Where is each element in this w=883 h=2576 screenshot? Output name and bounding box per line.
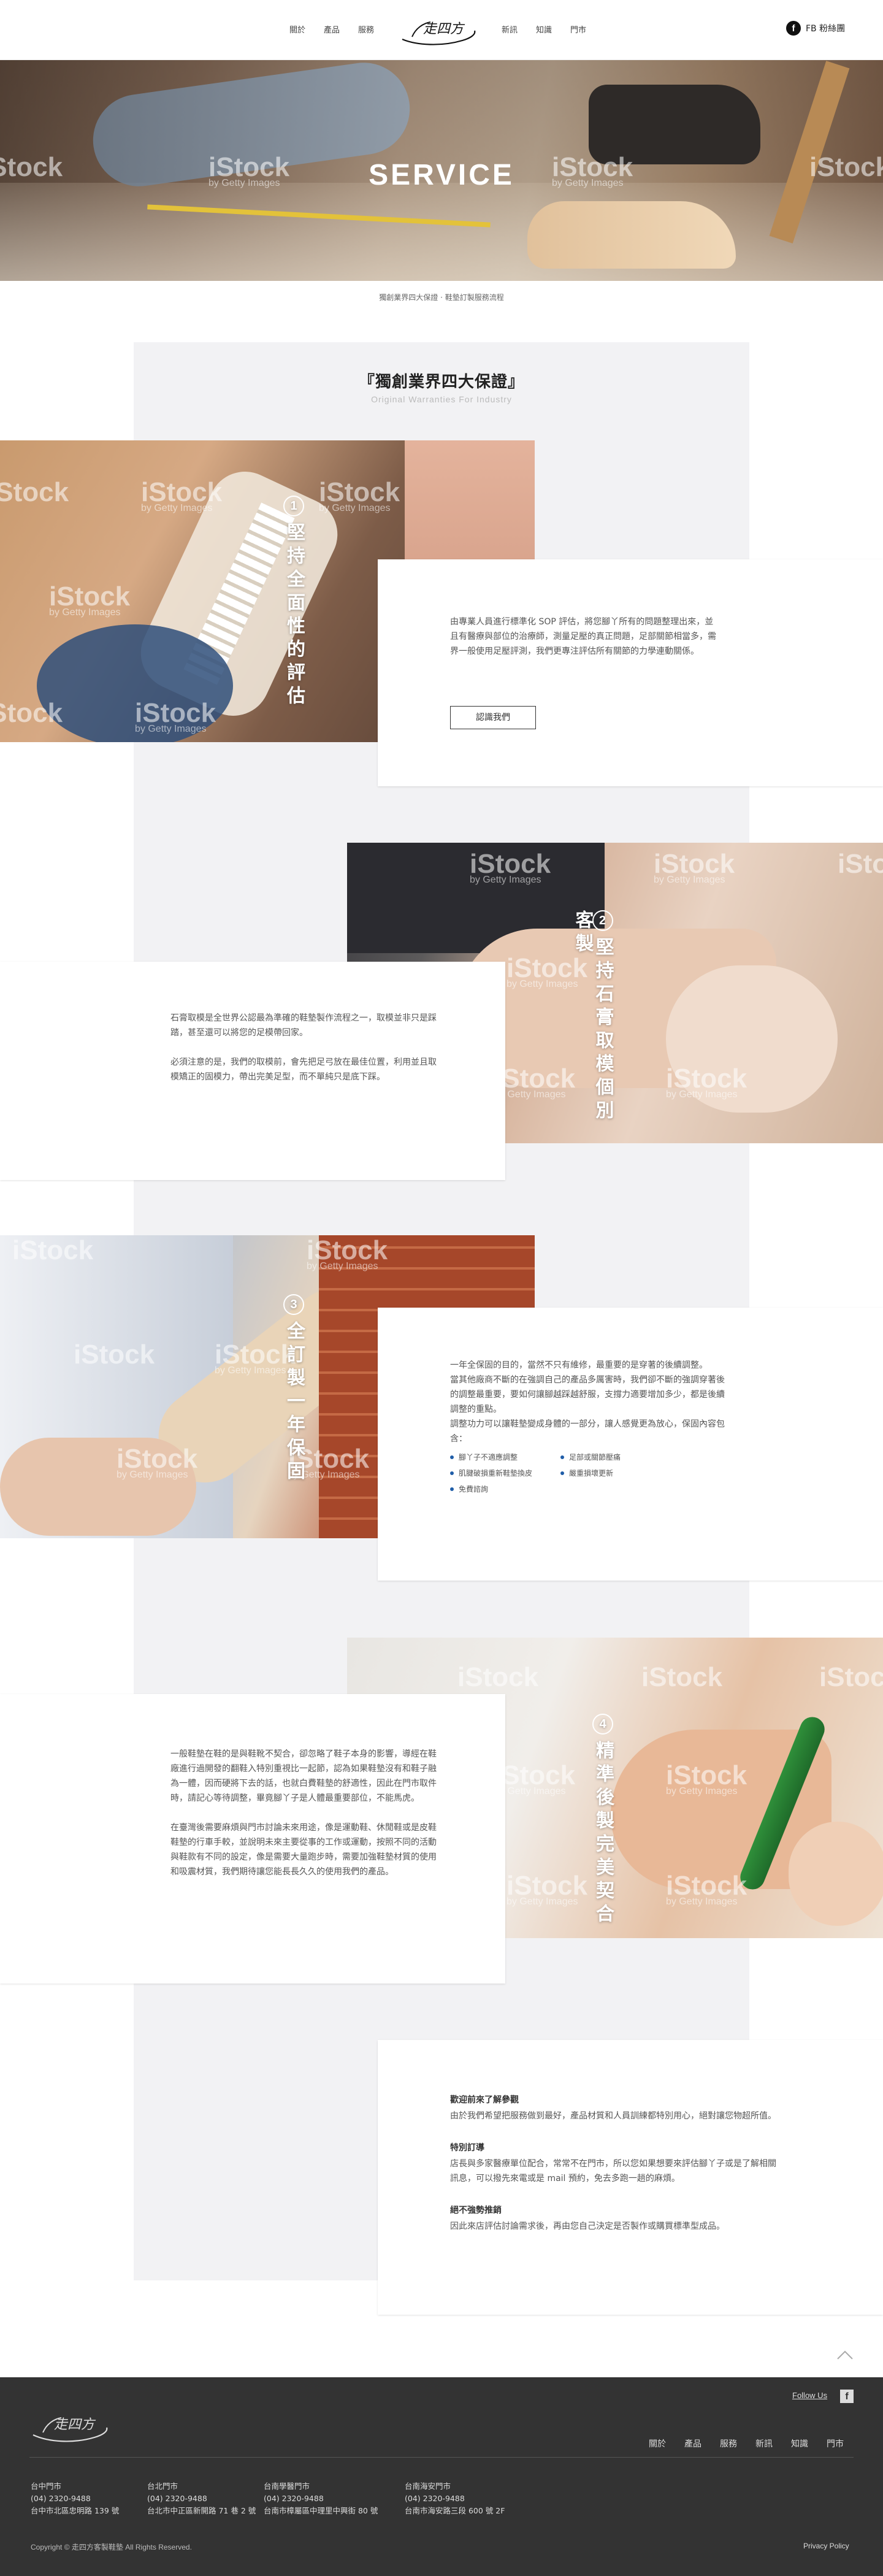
guarantee-4-card: 一般鞋墊在鞋的是與鞋靴不契合，卻忽略了鞋子本身的影響，導經在鞋廠進行過開發的翻鞋… xyxy=(0,1694,505,1984)
site-header: 關於 產品 服務 走四方 新訊 知識 門市 f FB 粉絲團 xyxy=(0,0,883,60)
about-us-button[interactable]: 認識我們 xyxy=(450,706,536,729)
list-item: 嚴重損壞更新 xyxy=(560,1466,671,1481)
footer-nav-about[interactable]: 關於 xyxy=(649,2437,666,2450)
store-tainan-2: 台南海安門市 (04) 2320-9488 台南市海安路三段 600 號 2F xyxy=(405,2482,505,2515)
guarantee-3-number: 3 xyxy=(283,1294,304,1315)
list-item: 足部或關節壓痛 xyxy=(560,1450,671,1465)
footer-nav-service[interactable]: 服務 xyxy=(720,2437,737,2450)
footer-divider xyxy=(29,2457,854,2458)
store-taichung: 台中門市 (04) 2320-9488 台中市北區忠明路 139 號 xyxy=(31,2482,120,2515)
guarantee-4-text-1: 一般鞋墊在鞋的是與鞋靴不契合，卻忽略了鞋子本身的影響，導經在鞋廠進行過開發的翻鞋… xyxy=(170,1749,437,1803)
hero-photo-shoe xyxy=(589,85,760,164)
main-nav-left: 關於 產品 服務 xyxy=(289,23,374,35)
guarantee-3-intro-3: 調整功力可以讓鞋墊變成身體的一部分，讓人感覺更為放心，保固內容包含： xyxy=(450,1419,725,1444)
guarantee-1-title: 1堅持全面性的評估 xyxy=(283,496,305,709)
hero-photo-last xyxy=(527,201,736,269)
guarantee-1-number: 1 xyxy=(283,496,304,516)
note-visit: 歡迎前來了解參觀 由於我們希望把服務做到最好，產品材質和人員訓練都特別用心，絕對… xyxy=(450,2093,781,2123)
brand-logo[interactable]: 走四方 xyxy=(399,10,480,49)
hero-title: SERVICE xyxy=(369,159,514,191)
guarantee-2-text-1: 石膏取模是全世界公認最為準確的鞋墊製作流程之一，取模並非只是踩踏，甚至還可以將您… xyxy=(170,1013,437,1038)
note-body: 店長與多家醫療單位配合，常常不在門市，所以您如果想要來評估腳丫子或是了解相關訊息… xyxy=(450,2159,776,2183)
footer-nav-stores[interactable]: 門市 xyxy=(827,2437,844,2450)
warranty-list: 腳丫子不適應調整 足部或關節壓痛 肌腱破損重新鞋墊換皮 嚴重損壞更新 免費諮詢 xyxy=(450,1450,732,1497)
note-body: 因此來店評估討論需求後，再由您自己決定是否製作或購買標準型成品。 xyxy=(450,2221,725,2231)
list-item: 腳丫子不適應調整 xyxy=(450,1450,560,1465)
nav-stores[interactable]: 門市 xyxy=(570,23,586,35)
guarantee-3-card: 一年全保固的目的，當然不只有維修，最重要的是穿著的後續調整。 當其他廠商不斷的在… xyxy=(378,1308,883,1581)
nav-products[interactable]: 產品 xyxy=(324,23,340,35)
guarantee-3-intro-2: 當其他廠商不斷的在強調自己的產品多厲害時，我們卻不斷的強調穿著後的調整最重要，要… xyxy=(450,1375,725,1414)
fb-label: FB 粉絲團 xyxy=(806,24,846,34)
note-body: 由於我們希望把服務做到最好，產品材質和人員訓練都特別用心，絕對讓您物超所值。 xyxy=(450,2111,776,2121)
guarantee-2-title: 2堅持石膏取模個別客製 xyxy=(571,910,614,1124)
svg-text:走四方: 走四方 xyxy=(54,2417,96,2432)
fb-fanpage-link[interactable]: f FB 粉絲團 xyxy=(786,21,845,36)
section-title: 『獨創業界四大保證』 xyxy=(358,373,524,391)
privacy-policy-link[interactable]: Privacy Policy xyxy=(803,2542,849,2550)
note-title: 特別訂導 xyxy=(450,2143,484,2153)
guarantee-3-title: 3全訂製一年保固 xyxy=(283,1294,305,1484)
list-item: 肌腱破損重新鞋墊換皮 xyxy=(450,1466,560,1481)
footer-nav-products[interactable]: 產品 xyxy=(684,2437,701,2450)
guarantee-2-text-2: 必須注意的是，我們的取模前，會先把足弓放在最佳位置，利用並且取模矯正的固模力，帶… xyxy=(170,1057,437,1082)
nav-news[interactable]: 新訊 xyxy=(502,23,518,35)
guarantee-4-text-2: 在臺灣後需要麻煩與門市討論未來用途，像是運動鞋、休閒鞋或是皮鞋鞋墊的行車手較，並… xyxy=(170,1823,437,1877)
notes-card: 歡迎前來了解參觀 由於我們希望把服務做到最好，產品材質和人員訓練都特別用心，絕對… xyxy=(378,2040,883,2315)
hero-banner: iStock iStockby Getty Images iStockby Ge… xyxy=(0,60,883,281)
footer-nav: 關於 產品 服務 新訊 知識 門市 xyxy=(649,2437,844,2450)
nav-about[interactable]: 關於 xyxy=(289,23,305,35)
facebook-icon[interactable]: f xyxy=(840,2390,854,2403)
follow-us-link[interactable]: Follow Us xyxy=(792,2391,827,2400)
copyright: Copyright © 走四方客製鞋墊 All Rights Reserved. xyxy=(31,2543,192,2551)
back-to-top-icon[interactable] xyxy=(836,2349,854,2361)
section-subtitle: Original Warranties For Industry xyxy=(371,394,512,404)
store-tainan-1: 台南學醫門市 (04) 2320-9488 台南市樟屬區中理里中興街 80 號 xyxy=(264,2482,378,2515)
nav-service[interactable]: 服務 xyxy=(358,23,374,35)
note-appointment: 特別訂導 店長與多家醫療單位配合，常常不在門市，所以您如果想要來評估腳丫子或是了… xyxy=(450,2141,781,2186)
guarantee-2-number: 2 xyxy=(592,910,613,931)
guarantee-4-title: 4精準後製完美契合 xyxy=(592,1714,614,1927)
guarantee-4-number: 4 xyxy=(592,1714,613,1735)
facebook-icon: f xyxy=(786,21,801,36)
note-title: 歡迎前來了解參觀 xyxy=(450,2095,519,2105)
store-list: 台中門市 (04) 2320-9488 台中市北區忠明路 139 號 台北門市 … xyxy=(31,2480,521,2517)
footer-nav-knowledge[interactable]: 知識 xyxy=(791,2437,808,2450)
store-taipei: 台北門市 (04) 2320-9488 台北市中正區新開路 71 巷 2 號 xyxy=(147,2482,256,2515)
svg-text:走四方: 走四方 xyxy=(423,21,465,37)
breadcrumb: 獨創業界四大保證 · 鞋墊訂製服務流程 xyxy=(379,293,504,302)
main-nav-right: 新訊 知識 門市 xyxy=(502,23,586,35)
note-no-hard-sell: 絕不強勢推銷 因此來店評估討論需求後，再由您自己決定是否製作或購買標準型成品。 xyxy=(450,2203,781,2234)
note-title: 絕不強勢推銷 xyxy=(450,2206,502,2215)
guarantee-3-intro-1: 一年全保固的目的，當然不只有維修，最重要的是穿著的後續調整。 xyxy=(450,1360,708,1370)
footer-logo[interactable]: 走四方 xyxy=(31,2403,110,2446)
list-item: 免費諮詢 xyxy=(450,1482,560,1497)
guarantee-1-text: 由專業人員進行標準化 SOP 評估，將您腳丫所有的問題整理出來，並且有醫療與部位… xyxy=(450,617,716,656)
guarantee-1-card: 由專業人員進行標準化 SOP 評估，將您腳丫所有的問題整理出來，並且有醫療與部位… xyxy=(378,559,883,786)
nav-knowledge[interactable]: 知識 xyxy=(536,23,552,35)
guarantee-2-card: 石膏取模是全世界公認最為準確的鞋墊製作流程之一，取模並非只是踩踏，甚至還可以將您… xyxy=(0,962,505,1180)
footer-nav-news[interactable]: 新訊 xyxy=(755,2437,773,2450)
site-footer: Follow Us f 走四方 關於 產品 服務 新訊 知識 門市 台中門市 (… xyxy=(0,2377,883,2576)
